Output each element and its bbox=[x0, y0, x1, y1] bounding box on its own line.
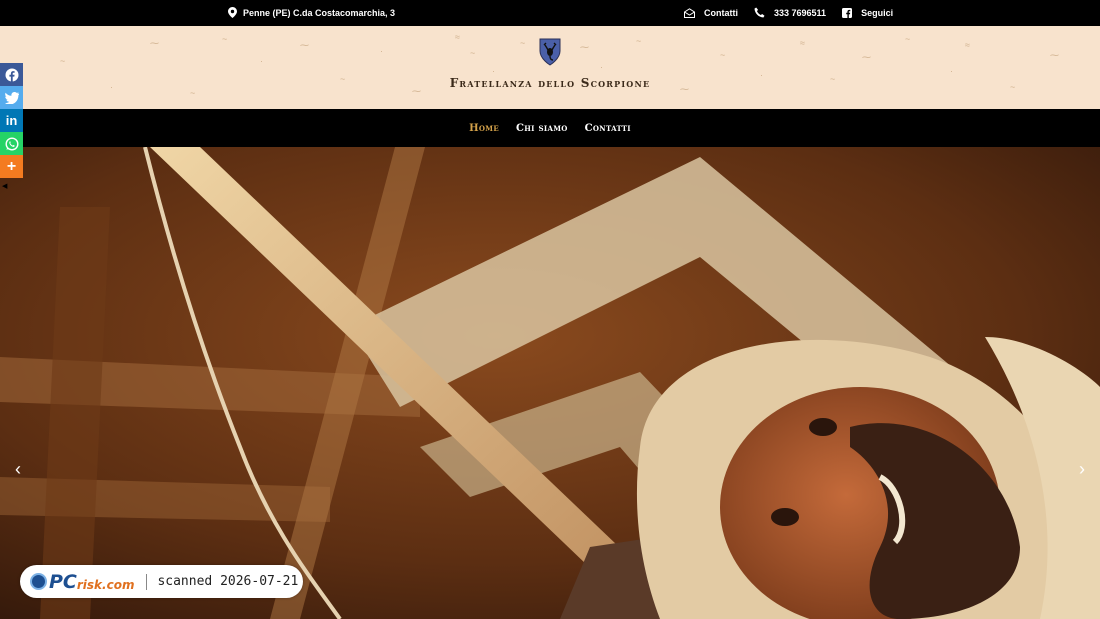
facebook-icon bbox=[842, 7, 853, 18]
follow-label: Seguici bbox=[861, 7, 894, 18]
map-pin-icon bbox=[228, 7, 237, 18]
watermark-pc: PC bbox=[49, 570, 77, 593]
site-header: ~ · ⁓ ~ · ⁓ ≈ ~ · ~ ⁓ · ~ ⁓ ~ · ≈ ~ ⁓ ~ … bbox=[0, 26, 1100, 109]
phone-number: 333 7696511 bbox=[774, 7, 827, 18]
nav-item-chi-siamo[interactable]: Chi siamo bbox=[516, 123, 568, 134]
contacts-link[interactable]: Contatti bbox=[684, 8, 738, 18]
main-nav: Home Chi siamo Contatti bbox=[0, 109, 1100, 147]
hero-slider[interactable]: ‹ › bbox=[0, 147, 1100, 619]
envelope-icon bbox=[684, 7, 695, 18]
site-brand[interactable]: Fratellanza dello Scorpione bbox=[0, 76, 1100, 90]
phone-icon bbox=[754, 7, 765, 18]
contacts-label: Contatti bbox=[704, 7, 738, 18]
follow-link[interactable]: Seguici bbox=[842, 7, 894, 18]
slider-next-button[interactable]: › bbox=[1072, 457, 1092, 481]
share-bar: in + bbox=[0, 63, 23, 178]
twitter-icon bbox=[4, 91, 19, 104]
pcrisk-watermark: PC risk.com scanned 2026-07-21 bbox=[20, 565, 303, 598]
magnifier-icon bbox=[30, 573, 47, 590]
more-share-button[interactable]: + bbox=[0, 155, 23, 178]
linkedin-icon: in bbox=[5, 113, 18, 128]
plus-icon: + bbox=[6, 157, 17, 175]
address-text: Penne (PE) C.da Costacomarchia, 3 bbox=[243, 7, 396, 18]
hero-photo bbox=[0, 147, 1100, 619]
top-bar: Penne (PE) C.da Costacomarchia, 3 Contat… bbox=[0, 0, 1100, 26]
nav-item-contatti[interactable]: Contatti bbox=[585, 123, 631, 134]
facebook-icon bbox=[5, 68, 18, 82]
facebook-share-button[interactable] bbox=[0, 63, 23, 86]
whatsapp-share-button[interactable] bbox=[0, 132, 23, 155]
scan-date: scanned 2026-07-21 bbox=[157, 574, 299, 589]
nav-item-home[interactable]: Home bbox=[469, 123, 499, 134]
phone-link[interactable]: 333 7696511 bbox=[754, 7, 826, 18]
address: Penne (PE) C.da Costacomarchia, 3 bbox=[228, 7, 395, 18]
divider bbox=[146, 573, 148, 590]
share-bar-toggle-icon[interactable]: ◀ bbox=[2, 182, 7, 190]
scorpion-logo-icon[interactable] bbox=[538, 37, 562, 72]
watermark-risk: risk.com bbox=[76, 577, 135, 592]
linkedin-share-button[interactable]: in bbox=[0, 109, 23, 132]
twitter-share-button[interactable] bbox=[0, 86, 23, 109]
slider-prev-button[interactable]: ‹ bbox=[8, 457, 28, 481]
whatsapp-icon bbox=[4, 136, 19, 151]
